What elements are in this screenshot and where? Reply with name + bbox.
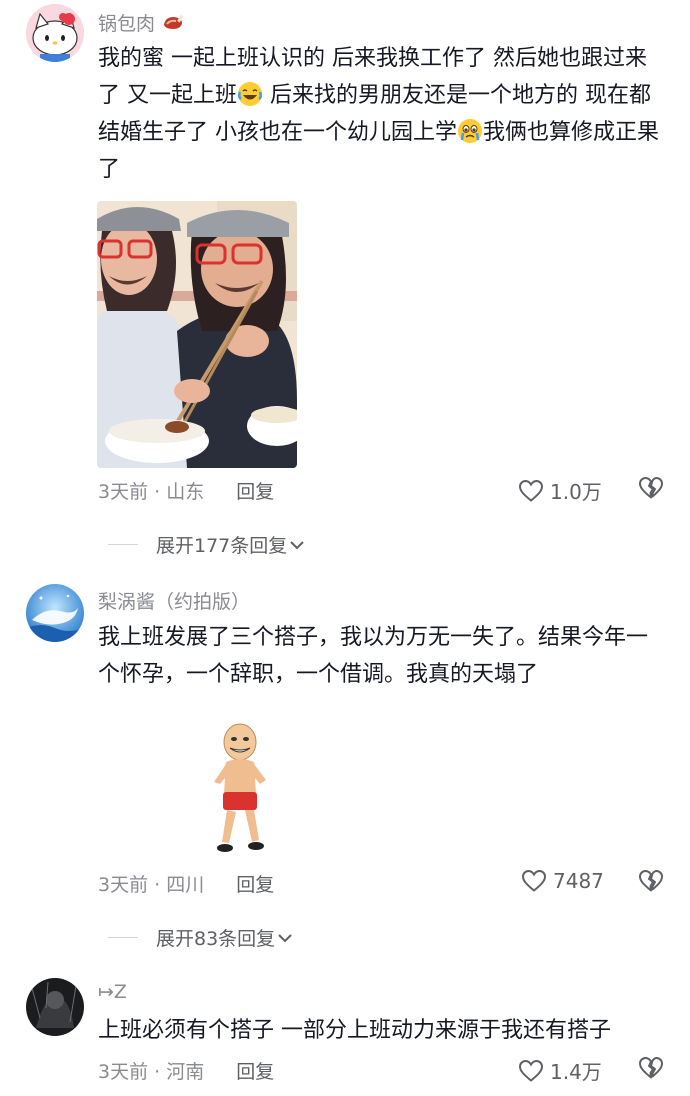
comment-time: 3天前 <box>98 481 149 503</box>
heart-outline-icon <box>521 869 547 892</box>
username[interactable]: ↦Z <box>98 981 127 1003</box>
broken-heart-icon <box>639 477 663 499</box>
comment-meta: 3天前 · 河南 回复 <box>98 1057 274 1084</box>
photo-two-women-eating-icon <box>97 201 297 468</box>
meta-separator: · <box>154 874 167 896</box>
heart-outline-icon <box>518 479 544 502</box>
avatar[interactable] <box>26 584 84 642</box>
like-count: 1.4万 <box>550 1060 602 1084</box>
hello-kitty-avatar-icon <box>26 4 84 62</box>
like-button[interactable]: 1.0万 <box>518 476 602 505</box>
expand-replies-label: 展开177条回复 <box>156 535 288 557</box>
comment-meta: 3天前 · 四川 回复 <box>98 870 274 897</box>
broken-heart-icon <box>639 1057 663 1079</box>
chevron-down-icon <box>290 540 304 549</box>
whale-avatar-icon <box>26 584 84 642</box>
comment-meta: 3天前 · 山东 回复 <box>98 477 274 504</box>
username[interactable]: 锅包肉 <box>98 9 185 36</box>
like-button[interactable]: 1.4万 <box>518 1056 602 1085</box>
expand-replies-button[interactable]: 展开177条回复 <box>108 531 305 558</box>
divider-line <box>108 544 138 545</box>
comment-time: 3天前 <box>98 1061 149 1083</box>
laugh-cry-emoji-icon <box>237 82 263 106</box>
like-button[interactable]: 7487 <box>521 869 604 893</box>
meat-emoji-icon <box>164 14 184 29</box>
comment-location: 山东 <box>166 481 205 503</box>
comment-time: 3天前 <box>98 874 149 896</box>
avatar[interactable] <box>26 978 84 1036</box>
dancing-sticker[interactable] <box>212 722 268 862</box>
heart-outline-icon <box>518 1059 544 1082</box>
comment-text: 我的蜜 一起上班认识的 后来我换工作了 然后她也跟过来了 又一起上班 后来找的男… <box>98 40 668 188</box>
divider-line <box>108 937 138 938</box>
comment-text: 上班必须有个搭子 一部分上班动力来源于我还有搭子 <box>98 1018 611 1043</box>
meta-separator: · <box>154 481 167 503</box>
reply-button[interactable]: 回复 <box>236 1061 274 1083</box>
like-count: 7487 <box>553 869 604 893</box>
dark-photo-avatar-icon <box>26 978 84 1036</box>
username[interactable]: 梨涡酱（约拍版） <box>98 587 250 614</box>
comment-1: 锅包肉 我的蜜 一起上班认识的 后来我换工作了 然后她也跟过来了 又一起上班 后… <box>0 0 690 570</box>
cry-emoji-icon <box>458 119 482 143</box>
like-count: 1.0万 <box>550 480 602 504</box>
dislike-button[interactable] <box>638 476 664 504</box>
broken-heart-icon <box>639 870 663 892</box>
chevron-down-icon <box>278 933 292 942</box>
avatar[interactable] <box>26 4 84 62</box>
expand-replies-label: 展开83条回复 <box>156 928 276 950</box>
username-text: 锅包肉 <box>98 13 156 35</box>
comment-3: ↦Z 上班必须有个搭子 一部分上班动力来源于我还有搭子 3天前 · 河南 回复 … <box>0 970 690 1096</box>
dislike-button[interactable] <box>638 1056 664 1084</box>
dislike-button[interactable] <box>638 869 664 897</box>
reply-button[interactable]: 回复 <box>236 874 274 896</box>
dancing-man-sticker-icon <box>214 723 266 852</box>
comment-2: 梨涡酱（约拍版） 我上班发展了三个搭子，我以为万无一失了。结果今年一个怀孕，一个… <box>0 570 690 970</box>
reply-button[interactable]: 回复 <box>236 481 274 503</box>
comment-text: 我上班发展了三个搭子，我以为万无一失了。结果今年一个怀孕，一个辞职，一个借调。我… <box>98 625 649 687</box>
comment-location: 四川 <box>166 874 205 896</box>
comment-photo[interactable] <box>97 201 297 468</box>
comment-location: 河南 <box>166 1061 205 1083</box>
expand-replies-button[interactable]: 展开83条回复 <box>108 924 293 951</box>
meta-separator: · <box>154 1061 167 1083</box>
